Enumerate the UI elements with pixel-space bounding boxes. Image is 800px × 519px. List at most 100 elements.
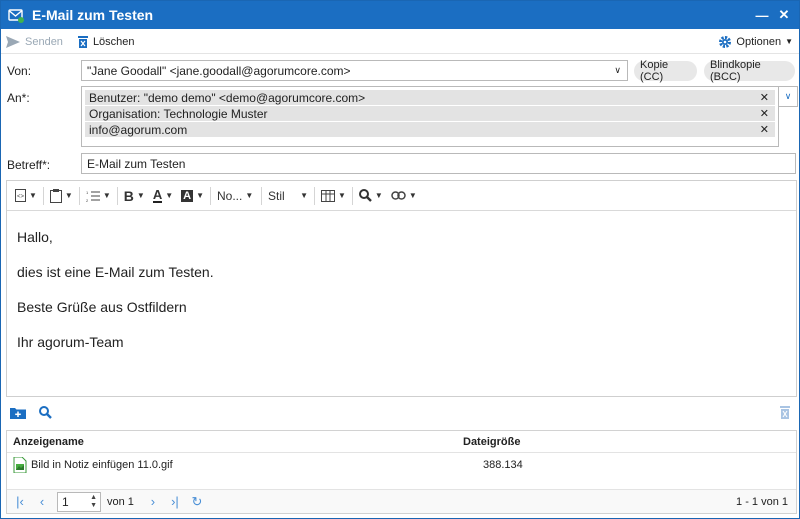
page-number: 1 [62,494,69,509]
chevron-down-icon: ▼ [374,191,383,200]
chevron-down-icon: ▼ [245,191,254,200]
recipients-field[interactable]: Benutzer: "demo demo" <demo@agorumcore.c… [81,86,779,147]
remove-icon[interactable]: ✕ [760,123,769,136]
paste-button[interactable]: ▼ [46,185,77,207]
list-button[interactable]: 12 ▼ [82,185,115,207]
chevron-down-icon: ▼ [408,191,417,200]
send-button[interactable]: Senden [5,35,63,49]
gear-icon [719,35,732,48]
style-name: Stil [268,188,285,203]
background-color-button[interactable]: A ▼ [177,185,208,207]
chevron-down-icon: ▼ [196,191,204,200]
delete-button[interactable]: Löschen [77,35,135,49]
from-select[interactable]: "Jane Goodall" <jane.goodall@agorumcore.… [81,60,628,81]
chevron-down-icon: ▼ [102,191,111,200]
link-icon [391,191,406,200]
svg-text:<>: <> [17,194,25,200]
subject-input[interactable]: E-Mail zum Testen [81,153,796,174]
last-page-icon[interactable]: ›| [164,494,186,509]
from-label: Von: [7,64,32,78]
table-header: Anzeigename Dateigröße [7,431,796,453]
chevron-down-icon: ▼ [785,37,793,46]
highlight-icon: A [181,189,194,202]
add-folder-icon[interactable] [10,406,26,419]
table-row[interactable]: Bild in Notiz einfügen 11.0.gif 388.134 [7,453,796,477]
options-label: Optionen [736,35,782,48]
numbered-list-icon: 12 [86,190,100,202]
options-button[interactable]: Optionen ▼ [718,35,793,49]
trash-icon [77,35,88,48]
recipient-chip[interactable]: info@agorum.com ✕ [85,122,775,137]
chevron-down-icon[interactable]: ∨ [614,65,621,76]
svg-text:1: 1 [86,190,89,195]
next-page-icon[interactable]: › [142,494,164,509]
font-color-button[interactable]: A ▼ [149,185,177,207]
link-button[interactable]: ▼ [387,185,421,207]
chevron-down-icon: ▼ [64,191,73,200]
chevron-down-icon: ▼ [29,191,37,200]
font-select[interactable]: No... ▼ [213,185,259,207]
bold-icon: B [123,187,134,204]
svg-text:2: 2 [86,198,89,202]
window-title: E-Mail zum Testen [32,7,154,23]
to-label: An*: [7,91,30,105]
remove-icon[interactable]: ✕ [760,91,769,104]
cc-button[interactable]: Kopie (CC) [634,59,697,83]
body-line: Ihr agorum-Team [17,334,124,350]
attachment-size: 388.134 [483,459,523,471]
remove-icon[interactable]: ✕ [760,107,769,120]
attachment-name: Bild in Notiz einfügen 11.0.gif [31,459,173,471]
document-icon: <> [15,189,26,202]
delete-label: Löschen [92,35,135,48]
title-bar[interactable]: E-Mail zum Testen — ✕ [1,1,799,29]
subject-value: E-Mail zum Testen [87,156,186,171]
pagination-bar: |‹ ‹ 1 ▲ ▼ von 1 › ›| ↻ 1 - 1 von 1 [7,489,796,513]
find-button[interactable]: ▼ [355,185,387,207]
search-icon [358,189,372,202]
source-button[interactable]: <> ▼ [11,185,41,207]
recipient-label: Benutzer: "demo demo" <demo@agorumcore.c… [89,90,366,105]
chevron-down-icon: ▼ [165,191,174,200]
table-icon [321,189,335,202]
page-count: von 1 [107,495,134,508]
trash-icon[interactable] [780,405,790,419]
mail-icon [8,9,24,23]
recipients-dropdown[interactable]: ∨ [778,86,798,107]
send-icon [6,35,20,48]
body-line: Hallo, [17,229,53,245]
chevron-down-icon: ▼ [136,191,145,200]
chevron-down-icon: ∨ [784,91,792,101]
message-editor: <> ▼ ▼ 12 ▼ B ▼ A ▼ A ▼ No... ▼ Stil ▼ ▼… [6,180,797,397]
body-line: Beste Grüße aus Ostfildern [17,299,187,315]
style-select[interactable]: Stil ▼ [264,185,312,207]
recipient-label: Organisation: Technologie Muster [89,106,268,121]
column-header-name[interactable]: Anzeigename [13,436,463,448]
bcc-button[interactable]: Blindkopie (BCC) [704,59,795,83]
body-line: dies ist eine E-Mail zum Testen. [17,264,214,280]
column-header-size[interactable]: Dateigröße [463,436,520,448]
font-color-icon: A [152,186,163,203]
attachments-table: Anzeigename Dateigröße Bild in Notiz ein… [6,430,797,514]
close-icon[interactable]: ✕ [773,7,795,23]
subject-label: Betreff*: [7,158,51,172]
image-file-icon [13,457,27,473]
clipboard-icon [49,188,62,203]
recipient-chip[interactable]: Benutzer: "demo demo" <demo@agorumcore.c… [85,90,775,105]
chevron-down-icon: ▼ [338,191,346,200]
chevron-down-icon: ▼ [300,191,308,200]
page-number-input[interactable]: 1 ▲ ▼ [57,491,101,512]
spinner-icon[interactable]: ▲ ▼ [90,494,97,510]
refresh-icon[interactable]: ↻ [186,494,208,510]
previous-page-icon[interactable]: ‹ [31,494,53,509]
toolbar: Senden Löschen Optionen ▼ [1,30,799,54]
search-icon[interactable] [39,405,52,419]
editor-toolbar: <> ▼ ▼ 12 ▼ B ▼ A ▼ A ▼ No... ▼ Stil ▼ ▼… [7,181,796,211]
send-label: Senden [25,35,63,48]
message-body[interactable]: Hallo, dies ist eine E-Mail zum Testen. … [7,211,796,350]
attachment-toolbar [6,401,797,423]
recipient-chip[interactable]: Organisation: Technologie Muster ✕ [85,106,775,121]
bold-button[interactable]: B ▼ [120,185,149,207]
first-page-icon[interactable]: |‹ [9,494,31,509]
minimize-icon[interactable]: — [751,8,773,23]
table-button[interactable]: ▼ [317,185,350,207]
